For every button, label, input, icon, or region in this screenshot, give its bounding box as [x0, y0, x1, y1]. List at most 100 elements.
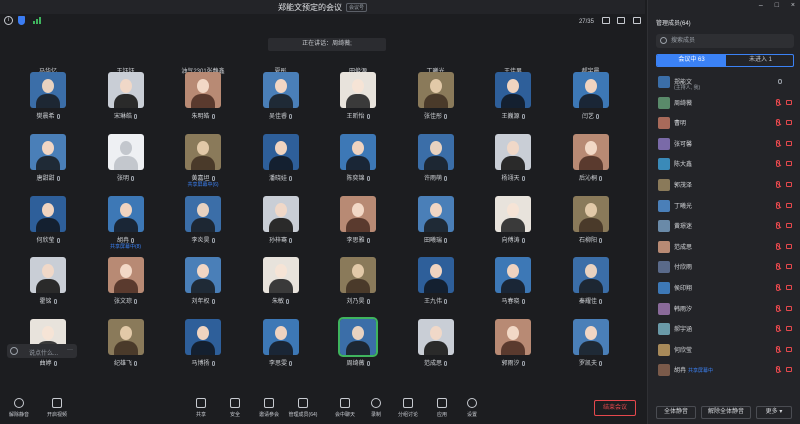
mute-all-button[interactable]: 全体静音: [656, 406, 696, 419]
member-item[interactable]: 郭茂泽: [656, 175, 796, 196]
record-button[interactable]: 录制: [359, 398, 393, 418]
camera-off-icon[interactable]: [786, 264, 792, 270]
member-item[interactable]: 侯印翔: [656, 278, 796, 299]
mic-muted-icon[interactable]: [776, 201, 780, 209]
participant-tile[interactable]: 王巍源: [475, 64, 551, 122]
camera-off-icon[interactable]: [786, 181, 792, 187]
participant-tile[interactable]: 陈奕锦: [320, 126, 396, 184]
member-item[interactable]: 曹明: [656, 113, 796, 134]
more-icon[interactable]: ···: [67, 347, 73, 353]
participant-tile[interactable]: 纪雄飞: [88, 311, 164, 369]
participant-tile[interactable]: 朱敏: [243, 249, 319, 307]
participant-tile[interactable]: 张明: [88, 126, 164, 184]
participant-tile[interactable]: 后沁桐: [553, 126, 629, 184]
participant-tile[interactable]: 杨翊天: [475, 126, 551, 184]
layout-icon[interactable]: [633, 17, 641, 25]
camera-off-icon[interactable]: [786, 305, 792, 311]
participant-tile[interactable]: 周绮薇: [320, 311, 396, 369]
participant-tile[interactable]: 王九伟: [398, 249, 474, 307]
participant-tile[interactable]: 闫艺: [553, 64, 629, 122]
participant-tile[interactable]: 范成思: [398, 311, 474, 369]
camera-off-icon[interactable]: [786, 120, 792, 126]
camera-off-icon[interactable]: [786, 202, 792, 208]
participant-tile[interactable]: 马春晓: [475, 249, 551, 307]
participant-tile[interactable]: 向傅涛: [475, 188, 551, 246]
apps-button[interactable]: 应用: [425, 398, 459, 418]
maximize-icon[interactable]: □: [775, 2, 779, 9]
member-search[interactable]: [656, 34, 794, 48]
tab-not-joined[interactable]: 未进入 1: [726, 55, 793, 66]
member-item[interactable]: 陈大鑫: [656, 154, 796, 175]
participant-tile[interactable]: 孙梓骞: [243, 188, 319, 246]
camera-off-icon[interactable]: [786, 99, 792, 105]
minimize-icon[interactable]: –: [759, 2, 763, 9]
participant-tile[interactable]: 李思雯: [243, 311, 319, 369]
participant-tile[interactable]: 罗凯夫: [553, 311, 629, 369]
unmute-button[interactable]: 解除静音: [2, 398, 36, 418]
member-item[interactable]: 范成思: [656, 237, 796, 258]
member-item[interactable]: 付欣雨: [656, 257, 796, 278]
camera-off-icon[interactable]: [786, 243, 792, 249]
manage-members-button[interactable]: 管理成员(64): [286, 398, 320, 418]
shield-icon[interactable]: [18, 16, 25, 25]
settings-button[interactable]: 设置: [455, 398, 489, 418]
mic-muted-icon[interactable]: [776, 345, 780, 353]
unmute-all-button[interactable]: 解除全体静音: [701, 406, 751, 419]
participant-tile[interactable]: 曲婷: [10, 311, 86, 369]
invite-button[interactable]: 邀请参会: [252, 398, 286, 418]
breakout-button[interactable]: 分组讨论: [391, 398, 425, 418]
camera-off-icon[interactable]: [786, 140, 792, 146]
member-item[interactable]: 丁曦光: [656, 196, 796, 217]
camera-off-icon[interactable]: [786, 284, 792, 290]
member-item[interactable]: 何欣莹: [656, 340, 796, 361]
participant-tile[interactable]: 石柳阳: [553, 188, 629, 246]
security-button[interactable]: 安全: [218, 398, 252, 418]
meeting-tag[interactable]: 会议号: [345, 3, 367, 12]
share-button[interactable]: 共享: [184, 398, 218, 418]
participant-tile[interactable]: 秦耀佳: [553, 249, 629, 307]
end-meeting-button[interactable]: 结束会议: [594, 400, 636, 416]
participant-tile[interactable]: 张佳彤: [398, 64, 474, 122]
participant-tile[interactable]: 刘年权: [165, 249, 241, 307]
mic-muted-icon[interactable]: [776, 98, 780, 106]
participant-tile[interactable]: 黄嘉坦 共享屏幕中(6): [165, 126, 241, 188]
info-icon[interactable]: i: [4, 16, 13, 25]
member-item[interactable]: 周绮薇: [656, 93, 796, 114]
mic-muted-icon[interactable]: [776, 139, 780, 147]
participant-tile[interactable]: 郭雨汐: [475, 311, 551, 369]
camera-off-icon[interactable]: [786, 367, 792, 373]
fullscreen-icon[interactable]: [601, 17, 610, 25]
tab-in-meeting[interactable]: 会议中 63: [657, 55, 726, 66]
close-icon[interactable]: ×: [791, 2, 795, 9]
participant-tile[interactable]: 刘乃昊: [320, 249, 396, 307]
mic-muted-icon[interactable]: [776, 119, 780, 127]
participant-tile[interactable]: 马博扬: [165, 311, 241, 369]
camera-icon[interactable]: [778, 79, 782, 84]
camera-off-icon[interactable]: [786, 326, 792, 332]
participant-tile[interactable]: 许雨萌: [398, 126, 474, 184]
participant-tile[interactable]: 吴佳睿: [243, 64, 319, 122]
participant-tile[interactable]: 王昕怡: [320, 64, 396, 122]
participant-tile[interactable]: 樊晨希: [10, 64, 86, 122]
mic-muted-icon[interactable]: [776, 160, 780, 168]
camera-off-icon[interactable]: [786, 223, 792, 229]
participant-tile[interactable]: 潘晓娃: [243, 126, 319, 184]
mic-muted-icon[interactable]: [776, 242, 780, 250]
chat-input[interactable]: 说点什么... ···: [7, 344, 77, 358]
mic-muted-icon[interactable]: [776, 180, 780, 188]
participant-tile[interactable]: 胡冉 共享屏幕中(8): [88, 188, 164, 250]
participant-tile[interactable]: 宋琳皓: [88, 64, 164, 122]
mic-muted-icon[interactable]: [776, 366, 780, 374]
camera-off-icon[interactable]: [786, 161, 792, 167]
mic-muted-icon[interactable]: [776, 222, 780, 230]
participant-tile[interactable]: 唐甜甜: [10, 126, 86, 184]
member-search-input[interactable]: [671, 36, 781, 46]
member-item[interactable]: 郝宇涵: [656, 319, 796, 340]
chat-button[interactable]: 会中聊天: [328, 398, 362, 418]
signal-icon[interactable]: [33, 17, 42, 24]
participant-tile[interactable]: 何欣莹: [10, 188, 86, 246]
member-item[interactable]: 韩雨汐: [656, 299, 796, 320]
member-item[interactable]: 胡冉 共享屏幕中: [656, 360, 796, 381]
participant-tile[interactable]: 朱明皓: [165, 64, 241, 122]
mic-muted-icon[interactable]: [776, 263, 780, 271]
